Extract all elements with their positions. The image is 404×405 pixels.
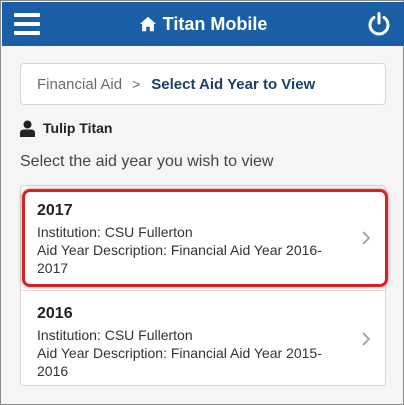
aid-year-item-2017[interactable]: 2017 Institution: CSU Fullerton Aid Year… [21, 186, 385, 290]
aid-year-list: 2017 Institution: CSU Fullerton Aid Year… [20, 185, 386, 386]
aid-year-title: 2017 [37, 202, 73, 219]
app-title-group: Titan Mobile [2, 2, 404, 46]
aid-year-description: Aid Year Description: Financial Aid Year… [37, 345, 322, 361]
home-icon [139, 16, 156, 32]
aid-year-description: Aid Year Description: Financial Aid Year… [37, 242, 322, 258]
institution-text: Institution: CSU Fullerton [37, 224, 193, 240]
chevron-right-icon [362, 231, 371, 245]
aid-year-item-2016[interactable]: 2016 Institution: CSU Fullerton Aid Year… [21, 290, 385, 386]
top-bar: Titan Mobile [2, 2, 404, 46]
power-icon[interactable] [366, 11, 392, 37]
app-frame: Titan Mobile Financial Aid > Select Aid … [0, 0, 404, 405]
breadcrumb-financial-aid-link[interactable]: Financial Aid [37, 76, 122, 93]
user-name: Tulip Titan [43, 120, 113, 136]
breadcrumb-current-page: Select Aid Year to View [151, 75, 316, 93]
breadcrumb-separator: > [132, 76, 141, 92]
user-row: Tulip Titan [20, 117, 112, 139]
hamburger-menu-icon[interactable] [14, 13, 40, 35]
institution-text: Institution: CSU Fullerton [37, 327, 193, 343]
chevron-right-icon [362, 332, 371, 346]
user-icon [20, 120, 35, 137]
aid-year-description-cont: 2017 [37, 260, 69, 276]
instruction-text: Select the aid year you wish to view [20, 153, 274, 170]
aid-year-description-cont: 2016 [37, 363, 69, 379]
app-title: Titan Mobile [162, 13, 268, 34]
breadcrumb: Financial Aid > Select Aid Year to View [20, 63, 386, 105]
aid-year-title: 2016 [37, 305, 73, 322]
